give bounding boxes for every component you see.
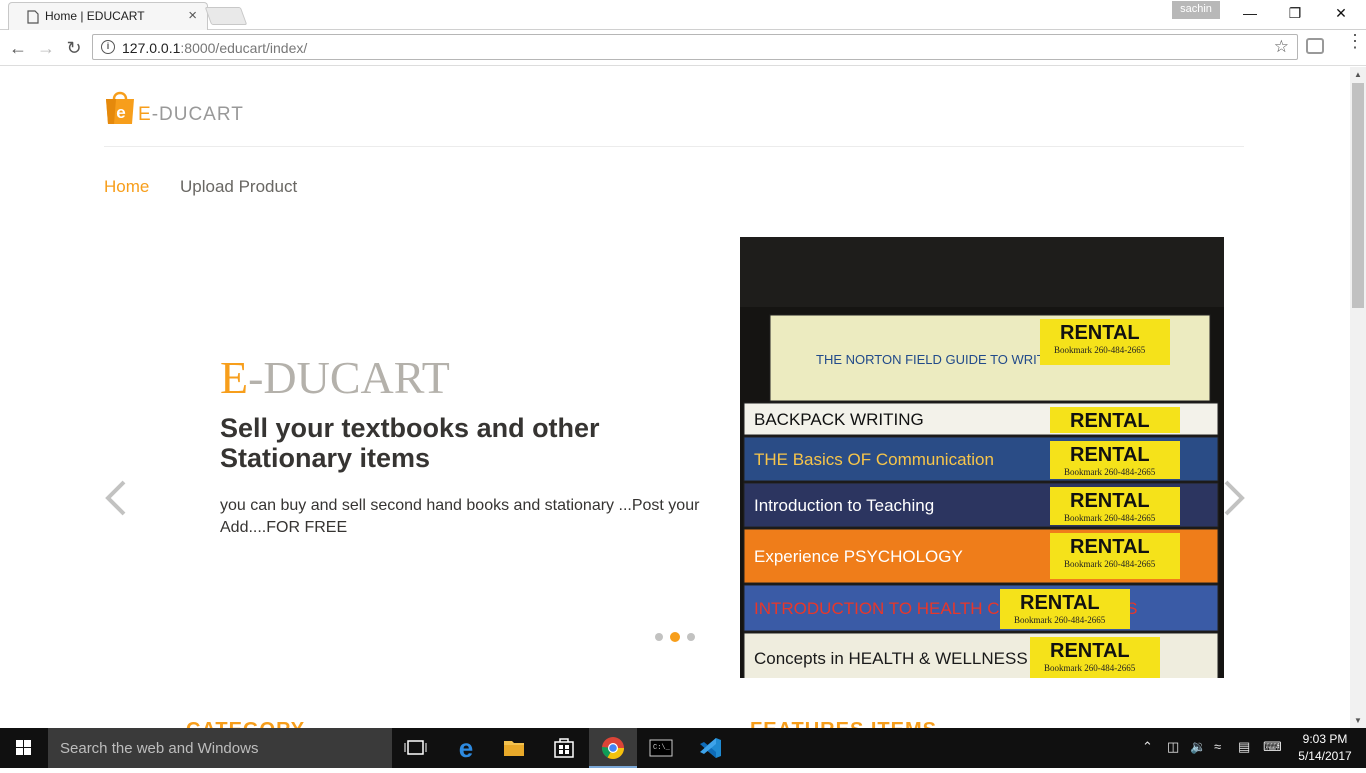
file-explorer-icon[interactable] xyxy=(490,728,538,768)
page-icon xyxy=(27,10,39,24)
slider-dot-active[interactable] xyxy=(670,632,680,642)
profile-button[interactable]: sachin xyxy=(1172,1,1220,19)
book-title: THE Basics OF Communication xyxy=(754,450,994,469)
page-scrollbar[interactable]: ▲ ▼ xyxy=(1350,67,1366,728)
info-icon[interactable]: i xyxy=(101,40,115,54)
category-heading: CATEGORY xyxy=(186,719,305,728)
volume-icon[interactable]: 🔉 xyxy=(1190,739,1206,755)
scroll-up-icon[interactable]: ▲ xyxy=(1354,70,1362,79)
scroll-down-icon[interactable]: ▼ xyxy=(1354,716,1362,725)
slider-dot[interactable] xyxy=(687,633,695,641)
book-spine: THE Basics OF Communication RENTALBookmar… xyxy=(743,436,1219,482)
minimize-button[interactable]: — xyxy=(1227,0,1273,28)
close-tab-icon[interactable]: × xyxy=(188,7,197,25)
wifi-icon[interactable]: ≈ xyxy=(1214,739,1221,754)
book-spine: Experience PSYCHOLOGY RENTALBookmark 260-… xyxy=(743,528,1219,584)
rental-sticker: RENTAL xyxy=(1070,490,1150,512)
edge-browser-icon[interactable]: e xyxy=(442,728,490,768)
clock-time: 9:03 PM xyxy=(1302,732,1348,746)
shopping-bag-icon: e xyxy=(106,91,134,124)
tab-strip: Home | EDUCART × sachin — ❐ ✕ xyxy=(0,0,1366,30)
restore-button[interactable]: ❐ xyxy=(1272,0,1318,28)
slider-next-icon[interactable] xyxy=(1222,480,1246,520)
page-viewport: e E-DUCART Home Upload Product E-DUCART … xyxy=(0,67,1350,728)
forward-icon[interactable]: → xyxy=(36,38,56,58)
hero-description: you can buy and sell second hand books a… xyxy=(220,497,700,536)
windows-start-icon[interactable] xyxy=(0,728,48,768)
tab-title: Home | EDUCART xyxy=(45,9,145,23)
sticker-subtext: Bookmark 260-484-2665 xyxy=(1014,615,1106,625)
system-clock[interactable]: 9:03 PM 5/14/2017 xyxy=(1294,731,1356,765)
sticker-subtext: Bookmark 260-484-2665 xyxy=(1054,345,1146,355)
svg-text:C:\_: C:\_ xyxy=(653,744,671,752)
extension-icon[interactable] xyxy=(1306,38,1324,54)
reload-icon[interactable]: ↻ xyxy=(64,38,84,58)
header-divider xyxy=(104,146,1244,147)
sticker-subtext: Bookmark 260-484-2665 xyxy=(1064,467,1156,477)
book-title: Experience PSYCHOLOGY xyxy=(754,547,963,566)
logo-text: E-DUCART xyxy=(138,104,244,125)
action-center-icon[interactable]: ▤ xyxy=(1238,739,1250,755)
book-spine: INTRODUCTION TO HEALTH CARE & CAREERSREN… xyxy=(743,584,1219,632)
keyboard-icon[interactable]: ⌨ xyxy=(1263,739,1282,755)
rental-sticker: RENTAL xyxy=(1070,444,1150,466)
book-title: Introduction to Teaching xyxy=(754,496,934,515)
scrollbar-thumb[interactable] xyxy=(1352,83,1364,308)
rental-sticker: RENTAL xyxy=(1050,640,1130,662)
clock-date: 5/14/2017 xyxy=(1298,749,1352,763)
rental-sticker: RENTAL xyxy=(1060,322,1140,344)
nav-home[interactable]: Home xyxy=(104,177,149,197)
book-spine: BACKPACK WRITING RENTAL xyxy=(743,402,1219,436)
book-spine: Introduction to Teaching RENTALBookmark 2… xyxy=(743,482,1219,528)
url-text[interactable]: 127.0.0.1:8000/educart/index/ xyxy=(122,40,307,56)
browser-tab[interactable]: Home | EDUCART × xyxy=(8,2,208,30)
book-title: Concepts in HEALTH & WELLNESS xyxy=(754,649,1028,668)
address-bar[interactable]: i 127.0.0.1:8000/educart/index/ ☆ xyxy=(92,34,1298,60)
bookmark-star-icon[interactable]: ☆ xyxy=(1274,37,1289,57)
tray-battery-icon[interactable]: ◫ xyxy=(1167,739,1179,755)
taskbar-search-box[interactable]: Search the web and Windows xyxy=(48,728,392,768)
rental-sticker: RENTAL xyxy=(1020,592,1100,614)
browser-toolbar: ← → ↻ i 127.0.0.1:8000/educart/index/ ☆ … xyxy=(0,30,1366,66)
store-icon[interactable] xyxy=(540,728,588,768)
tray-chevron-icon[interactable]: ⌃ xyxy=(1142,739,1153,755)
rental-sticker: RENTAL xyxy=(1070,410,1150,432)
command-prompt-icon[interactable]: C:\_ xyxy=(637,728,685,768)
close-window-button[interactable]: ✕ xyxy=(1318,0,1364,28)
featured-items-heading: FEATURES ITEMS xyxy=(750,719,937,728)
new-tab-button[interactable] xyxy=(204,7,248,25)
hero-book-stack-image: THE NORTON FIELD GUIDE TO WRITING with R… xyxy=(740,237,1224,678)
nav-upload-product[interactable]: Upload Product xyxy=(180,177,297,197)
svg-text:e: e xyxy=(459,733,473,763)
sticker-subtext: Bookmark 260-484-2665 xyxy=(1044,663,1136,673)
book-spine: Concepts in HEALTH & WELLNESS RENTALBookm… xyxy=(743,632,1219,678)
task-view-icon[interactable] xyxy=(392,728,440,768)
back-icon[interactable]: ← xyxy=(8,38,28,58)
visual-studio-code-icon[interactable] xyxy=(686,728,734,768)
hero-brand: E-DUCART xyxy=(220,352,450,403)
sticker-subtext: Bookmark 260-484-2665 xyxy=(1064,559,1156,569)
book-title: BACKPACK WRITING xyxy=(754,410,924,429)
svg-text:e: e xyxy=(116,103,125,122)
rental-sticker: RENTAL xyxy=(1070,536,1150,558)
hero-heading: Sell your textbooks and other Stationary… xyxy=(220,413,600,473)
book-spine: THE NORTON FIELD GUIDE TO WRITING with R… xyxy=(769,314,1211,402)
chrome-icon[interactable] xyxy=(589,728,637,768)
chrome-menu-icon[interactable]: ⋮ xyxy=(1346,32,1364,50)
sticker-subtext: Bookmark 260-484-2665 xyxy=(1064,513,1156,523)
windows-taskbar: Search the web and Windows e C:\_ ⌃ ◫ 🔉 … xyxy=(0,728,1366,768)
taskbar-search-placeholder: Search the web and Windows xyxy=(60,740,259,757)
slider-prev-icon[interactable] xyxy=(104,480,128,520)
slider-dot[interactable] xyxy=(655,633,663,641)
